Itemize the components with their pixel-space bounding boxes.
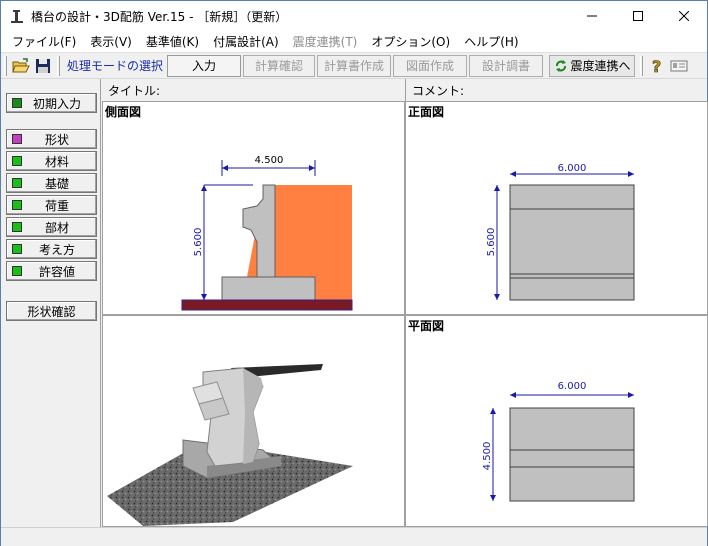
menu-standard-values[interactable]: 基準値(K): [139, 32, 206, 52]
sidebar: 初期入力 形状 材料 基礎 荷重 部材 考え方 許容値 形状確認: [1, 79, 101, 527]
comment-label: コメント:: [412, 83, 465, 98]
title-bar: 橋台の設計・3D配筋 Ver.15 - ［新規］（更新）: [1, 1, 707, 31]
comment-field-row: コメント:: [405, 79, 707, 101]
title-field-row: タイトル:: [102, 79, 404, 101]
shape-check-label: 形状確認: [27, 304, 76, 319]
front-view-drawing: 6.000 5.600: [486, 163, 635, 301]
open-button[interactable]: [10, 55, 32, 77]
plan-view-drawing: 6.000 4.500: [482, 381, 635, 502]
sidebar-item-label: 荷重: [44, 198, 69, 213]
close-button[interactable]: [661, 1, 707, 31]
save-disk-icon: [36, 58, 50, 73]
toolbar-grip[interactable]: [4, 55, 7, 76]
status-bar: [1, 527, 707, 546]
open-folder-icon: [12, 57, 30, 72]
sidebar-item-label: 形状: [44, 132, 69, 147]
save-button[interactable]: [32, 55, 54, 77]
toolbar-separator: [57, 55, 60, 76]
toolbar-separator-2: [640, 55, 644, 76]
status-square-icon: [12, 178, 22, 188]
help-button[interactable]: ?: [646, 55, 668, 77]
sidebar-item-label: 基礎: [44, 176, 69, 191]
plan-height-dimension: 4.500: [482, 442, 493, 471]
menu-attached-design[interactable]: 付属設計(A): [206, 32, 286, 52]
menu-view[interactable]: 表示(V): [83, 32, 139, 52]
sidebar-item-label: 許容値: [38, 264, 75, 279]
initial-input-button[interactable]: 初期入力: [6, 93, 97, 113]
initial-input-label: 初期入力: [32, 96, 81, 111]
svg-text:?: ?: [652, 57, 661, 75]
window-title: 橋台の設計・3D配筋 Ver.15 - ［新規］（更新）: [31, 9, 288, 24]
title-label: タイトル:: [108, 83, 161, 98]
minimize-icon: [587, 15, 597, 17]
sidebar-item-foundation[interactable]: 基礎: [6, 173, 97, 193]
menu-file[interactable]: ファイル(F): [5, 32, 83, 52]
sidebar-item-label: 部材: [44, 220, 69, 235]
plan-width-dimension: 6.000: [558, 381, 587, 392]
quake-link-button[interactable]: 震度連携へ: [549, 54, 636, 77]
toolbar: 処理モードの選択 入力 計算確認 計算書作成 図面作成 設計調書 震度連携へ ?: [1, 53, 707, 79]
front-abutment-body: [509, 184, 635, 301]
menu-help[interactable]: ヘルプ(H): [457, 32, 525, 52]
front-view-pane[interactable]: 正面図 6.000 5.600: [405, 101, 708, 315]
front-width-dimension: 6.000: [558, 163, 587, 174]
front-height-dimension: 5.600: [486, 228, 497, 257]
maximize-button[interactable]: [615, 1, 661, 31]
plan-view-pane[interactable]: 平面図 6.000 4.500: [405, 315, 708, 527]
3d-view-pane[interactable]: [102, 315, 405, 527]
menu-bar: ファイル(F) 表示(V) 基準値(K) 付属設計(A) 震度連携(T) オプシ…: [1, 31, 707, 53]
refresh-arrows-icon: [555, 59, 566, 72]
status-square-icon: [12, 222, 22, 232]
side-height-dimension: 5.600: [193, 228, 204, 257]
status-square-icon: [12, 244, 22, 254]
status-square-icon: [12, 200, 22, 210]
sidebar-item-member[interactable]: 部材: [6, 217, 97, 237]
sidebar-item-label: 考え方: [38, 242, 75, 257]
mode-drawing-button[interactable]: 図面作成: [393, 54, 468, 77]
id-card-icon: [670, 60, 688, 71]
sidebar-item-label: 材料: [44, 154, 69, 169]
abutment-stem-section: [242, 184, 276, 278]
side-view-pane[interactable]: 側面図 4.500 5.600: [102, 101, 405, 315]
check-square-icon: [12, 98, 22, 108]
close-icon: [679, 11, 689, 21]
sidebar-item-material[interactable]: 材料: [6, 151, 97, 171]
maximize-icon: [633, 11, 643, 21]
help-question-icon: ?: [652, 57, 662, 75]
menu-options[interactable]: オプション(O): [364, 32, 457, 52]
3d-model-view: [107, 364, 353, 526]
mode-calc-check-button[interactable]: 計算確認: [243, 54, 316, 77]
mode-input-button[interactable]: 入力: [167, 54, 242, 77]
status-square-icon: [12, 266, 22, 276]
mode-report-button[interactable]: 計算書作成: [317, 54, 392, 77]
menu-seismic-link[interactable]: 震度連携(T): [286, 32, 365, 52]
plan-abutment-body: [509, 407, 635, 502]
status-square-icon: [12, 134, 22, 144]
status-square-icon: [12, 156, 22, 166]
info-card-button[interactable]: [668, 55, 690, 77]
sidebar-item-load[interactable]: 荷重: [6, 195, 97, 215]
shape-check-button[interactable]: 形状確認: [6, 301, 97, 321]
sidebar-item-allowable[interactable]: 許容値: [6, 261, 97, 281]
minimize-button[interactable]: [569, 1, 615, 31]
sidebar-item-approach[interactable]: 考え方: [6, 239, 97, 259]
side-width-dimension: 4.500: [255, 155, 284, 166]
app-window: 橋台の設計・3D配筋 Ver.15 - ［新規］（更新） ファイル(F) 表示(…: [0, 0, 708, 546]
footing-section: [221, 276, 316, 301]
mode-design-record-button[interactable]: 設計調書: [469, 54, 544, 77]
sidebar-item-shape[interactable]: 形状: [6, 129, 97, 149]
ground-base: [181, 299, 353, 311]
quake-link-label: 震度連携へ: [570, 59, 631, 73]
side-view-drawing: 4.500 5.600: [181, 155, 353, 311]
mode-selection-label: 処理モードの選択: [67, 59, 164, 73]
app-icon: [11, 10, 23, 23]
